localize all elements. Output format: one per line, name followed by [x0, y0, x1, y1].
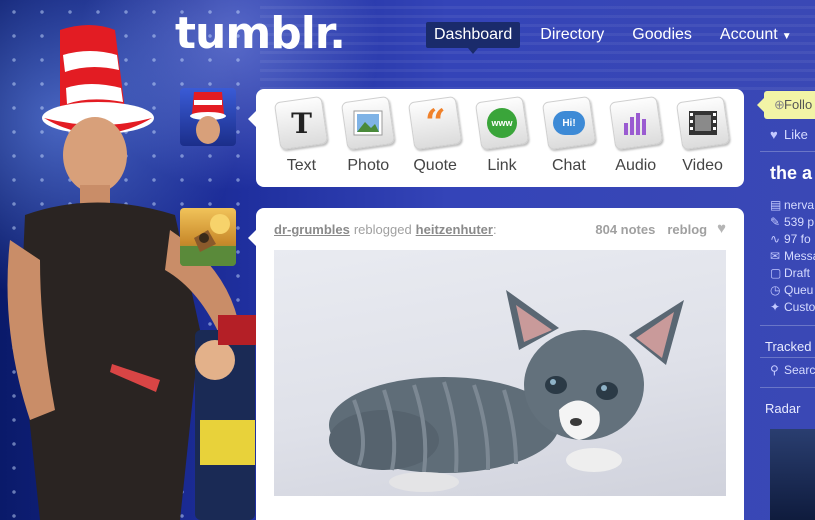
video-icon: [675, 95, 730, 151]
edit-icon: ✎: [770, 215, 781, 229]
post-type-quote[interactable]: “ Quote: [402, 95, 469, 187]
activity-icon: ∿: [770, 232, 781, 246]
sidebar-item-drafts[interactable]: ▢ Draft: [770, 266, 810, 280]
audio-icon: [608, 95, 663, 151]
chevron-down-icon: ▼: [781, 31, 792, 42]
search-label: Searc: [784, 363, 815, 377]
nav-goodies[interactable]: Goodies: [624, 22, 700, 48]
document-icon: ▤: [770, 198, 782, 212]
sidebar-divider: [760, 325, 815, 326]
follow-label: Follo: [784, 97, 813, 112]
photo-icon: [341, 95, 396, 151]
radar-image[interactable]: [770, 429, 815, 520]
radar-heading: Radar: [765, 401, 801, 416]
post-photo[interactable]: [274, 250, 726, 496]
sidebar-item-label: 97 fo: [784, 232, 811, 246]
sidebar-item-label: Custo: [784, 300, 815, 314]
nav-account-label: Account: [719, 26, 778, 43]
sidebar-likes[interactable]: ♥ Like: [770, 127, 808, 142]
blog-title[interactable]: the a: [770, 163, 812, 184]
text-icon: T: [274, 95, 329, 151]
post-type-audio-label: Audio: [615, 157, 657, 174]
sidebar-item-queue[interactable]: ◷ Queu: [770, 283, 813, 297]
notes-count[interactable]: 804 notes: [595, 222, 655, 237]
dashboard-post: dr-grumbles reblogged heitzenhuter : 804…: [248, 208, 744, 520]
post-header: dr-grumbles reblogged heitzenhuter : 804…: [274, 221, 726, 237]
post-type-quote-label: Quote: [413, 157, 457, 174]
chat-icon: Hi!: [541, 95, 596, 151]
plus-icon: ⊕: [774, 97, 785, 112]
mail-icon: ✉: [770, 249, 781, 263]
post-type-chat[interactable]: Hi! Chat: [535, 95, 602, 187]
wrench-icon: ✦: [770, 300, 781, 314]
chat-badge: Hi!: [552, 111, 585, 135]
main-nav: Dashboard Directory Goodies Account ▼: [426, 22, 812, 54]
heart-icon: ♥: [770, 127, 778, 142]
post-type-link-label: Link: [487, 157, 517, 174]
tumblr-logo[interactable]: tumblr.: [175, 8, 346, 59]
post-type-photo-label: Photo: [347, 157, 390, 174]
post-type-chat-label: Chat: [551, 157, 586, 174]
sidebar-item-customize[interactable]: ✦ Custo: [770, 300, 815, 314]
link-badge: www: [487, 108, 517, 138]
user-avatar[interactable]: [180, 88, 236, 146]
sidebar-item-messages[interactable]: ✉Messa: [770, 249, 815, 263]
sidebar-search[interactable]: ⚲ Searc: [770, 363, 815, 377]
sidebar-item-label: 539 p: [784, 215, 815, 229]
nav-directory[interactable]: Directory: [532, 22, 612, 48]
right-sidebar: ⊕Follo ♥ Like the a ▤ nerva ✎ 539 p ∿ 97 fo …: [757, 89, 815, 520]
sidebar-likes-label: Like: [784, 127, 808, 142]
nav-goodies-label: Goodies: [632, 26, 692, 43]
clock-icon: ◷: [770, 283, 781, 297]
reblog-button[interactable]: reblog: [667, 222, 707, 237]
nav-dashboard-label: Dashboard: [434, 26, 513, 43]
reblogger-link[interactable]: dr-grumbles: [274, 222, 350, 237]
sidebar-item-label: nerva: [784, 198, 815, 212]
drafts-icon: ▢: [770, 266, 782, 280]
link-icon: www: [474, 95, 530, 151]
sidebar-item-label: Messa: [784, 249, 815, 263]
nav-account[interactable]: Account ▼: [712, 22, 800, 48]
post-type-photo[interactable]: Photo: [335, 95, 402, 187]
post-type-link[interactable]: www Link: [469, 95, 536, 187]
follow-button[interactable]: ⊕Follo: [757, 91, 815, 119]
reblogged-text: reblogged: [353, 222, 412, 237]
sidebar-divider: [760, 357, 815, 358]
sidebar-item-followers[interactable]: ∿ 97 fo: [770, 232, 811, 246]
quote-icon: “: [408, 95, 463, 151]
heart-icon[interactable]: ♥: [717, 221, 726, 237]
sidebar-item-label: Draft: [784, 266, 811, 280]
post-type-video[interactable]: Video: [669, 95, 736, 187]
reblogger-avatar[interactable]: [180, 208, 236, 266]
sidebar-item-nerva[interactable]: ▤ nerva: [770, 198, 814, 212]
sidebar-item-posts[interactable]: ✎ 539 p: [770, 215, 814, 229]
nav-dashboard[interactable]: Dashboard: [426, 22, 521, 54]
source-link[interactable]: heitzenhuter: [416, 222, 493, 237]
tracked-tags-heading: Tracked: [765, 339, 812, 354]
post-type-text-label: Text: [286, 157, 317, 174]
search-icon: ⚲: [770, 363, 779, 377]
post-type-selector: T Text Photo “ Quote www Link Hi! Chat A…: [248, 89, 744, 187]
post-type-audio[interactable]: Audio: [602, 95, 669, 187]
post-type-text[interactable]: T Text: [268, 95, 335, 187]
sidebar-divider: [760, 387, 815, 388]
nav-directory-label: Directory: [540, 26, 605, 43]
sidebar-divider: [760, 151, 815, 152]
sidebar-item-label: Queu: [784, 283, 814, 297]
post-type-video-label: Video: [682, 157, 723, 174]
